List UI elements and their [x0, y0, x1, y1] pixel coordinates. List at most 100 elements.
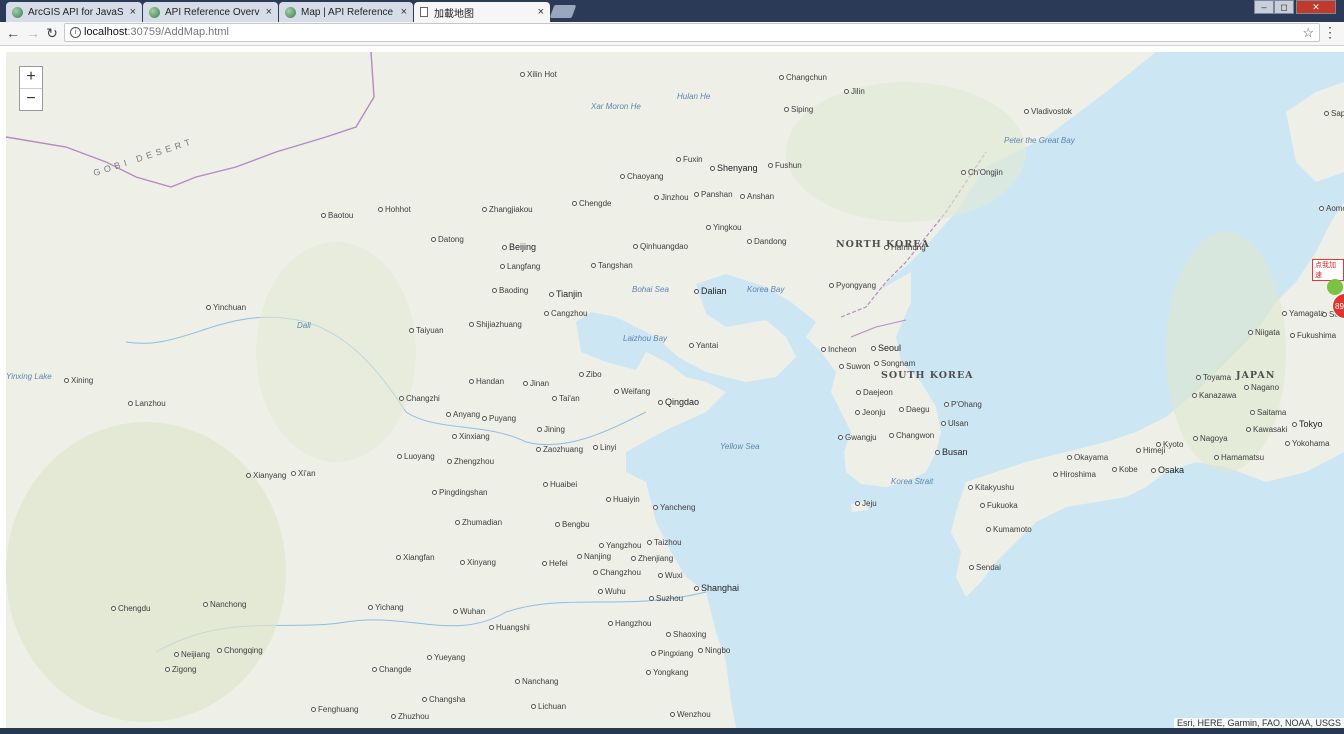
- city-label: Kitakyushu: [968, 483, 1014, 492]
- city-label: Hohhot: [378, 205, 411, 214]
- map-view[interactable]: + − GOBI DESERT NORTH KOREA SOUTH KOREA …: [6, 52, 1344, 728]
- address-bar[interactable]: i localhost:30759/AddMap.html ☆: [64, 23, 1320, 42]
- city-label: Yokohama: [1285, 439, 1330, 448]
- city-label: Kobe: [1112, 465, 1138, 474]
- city-label: Xinyang: [460, 558, 496, 567]
- city-label: Vladivostok: [1024, 107, 1072, 116]
- city-label: Songnam: [874, 359, 915, 368]
- tab-map-api-reference[interactable]: Map | API Reference | A ×: [279, 2, 413, 22]
- city-label: Chengdu: [111, 604, 150, 613]
- city-label: Nagano: [1244, 383, 1279, 392]
- city-label: Wenzhou: [670, 710, 711, 719]
- water-label: Yellow Sea: [720, 442, 760, 451]
- city-label: Qingdao: [658, 397, 699, 407]
- terrain-relief: [256, 242, 416, 462]
- bookmark-star-icon[interactable]: ☆: [1302, 24, 1314, 41]
- city-label: Yangzhou: [599, 541, 641, 550]
- tab-strip: ArcGIS API for JavaScri × API Reference …: [0, 0, 1344, 22]
- city-label: Shaoxing: [666, 630, 706, 639]
- city-label: Incheon: [821, 345, 856, 354]
- city-label: Jilin: [844, 87, 865, 96]
- tab-title: API Reference Overview: [165, 6, 260, 18]
- city-label: Tokyo: [1292, 419, 1323, 429]
- info-icon[interactable]: i: [70, 27, 81, 38]
- close-tab-icon[interactable]: ×: [538, 6, 544, 18]
- maximize-button[interactable]: ◻: [1274, 0, 1294, 14]
- city-label: Sendai: [969, 563, 1001, 572]
- city-label: Yinchuan: [206, 303, 246, 312]
- close-window-button[interactable]: ✕: [1296, 0, 1336, 14]
- tab-add-map[interactable]: 加載地图 ×: [414, 2, 550, 22]
- marker-callout[interactable]: 点我加速: [1312, 259, 1344, 281]
- city-label: Langfang: [500, 262, 540, 271]
- close-tab-icon[interactable]: ×: [266, 6, 272, 18]
- forward-arrow-icon[interactable]: →: [24, 24, 42, 42]
- city-label: Changwon: [889, 431, 934, 440]
- city-label: Taizhou: [647, 538, 682, 547]
- city-label: Baotou: [321, 211, 353, 220]
- city-label: Dandong: [747, 237, 786, 246]
- city-label: Nanchang: [515, 677, 558, 686]
- city-label: Jinzhou: [654, 193, 689, 202]
- city-label: Hiroshima: [1053, 470, 1096, 479]
- city-label: Zigong: [165, 665, 196, 674]
- tab-api-reference-overview[interactable]: API Reference Overview ×: [143, 2, 278, 22]
- browser-window: ArcGIS API for JavaScri × API Reference …: [0, 0, 1344, 734]
- reload-icon[interactable]: ↻: [43, 24, 61, 42]
- city-label: Pyongyang: [829, 281, 876, 290]
- city-label: Hangzhou: [608, 619, 651, 628]
- city-label: Handan: [469, 377, 504, 386]
- city-label: Lanzhou: [128, 399, 166, 408]
- city-label: Bengbu: [555, 520, 590, 529]
- city-label: Nagoya: [1193, 434, 1228, 443]
- city-label: Zhangjiakou: [482, 205, 533, 214]
- city-label: Xilin Hot: [520, 70, 557, 79]
- document-icon: [420, 7, 428, 17]
- city-label: Yingkou: [706, 223, 742, 232]
- minimize-button[interactable]: –: [1254, 0, 1274, 14]
- new-tab-button[interactable]: [549, 5, 577, 18]
- city-label: Fukuoka: [980, 501, 1018, 510]
- city-label: Qinhuangdao: [633, 242, 688, 251]
- zoom-out-button[interactable]: −: [20, 88, 42, 110]
- city-label: Fenghuang: [311, 705, 358, 714]
- city-label: Okayama: [1067, 453, 1108, 462]
- city-label: Changchun: [779, 73, 827, 82]
- city-label: Wuhan: [453, 607, 485, 616]
- mongolia-border: [6, 52, 375, 188]
- menu-icon[interactable]: ⋮: [1323, 24, 1337, 41]
- tab-title: ArcGIS API for JavaScri: [28, 6, 124, 18]
- zoom-in-button[interactable]: +: [20, 67, 42, 88]
- city-label: Datong: [431, 235, 464, 244]
- city-label: Yantai: [689, 341, 718, 350]
- city-label: Suzhou: [649, 594, 683, 603]
- url-text: localhost:30759/AddMap.html: [84, 26, 229, 38]
- water-label: Hulan He: [677, 92, 711, 101]
- city-label: Taiyuan: [409, 326, 444, 335]
- tab-title: 加載地图: [434, 8, 474, 20]
- city-label: Shenyang: [710, 163, 758, 173]
- terrain-relief: [786, 82, 1026, 222]
- close-tab-icon[interactable]: ×: [130, 6, 136, 18]
- region-south-korea: SOUTH KOREA: [881, 370, 974, 381]
- browser-toolbar: ← → ↻ i localhost:30759/AddMap.html ☆ ⋮: [0, 22, 1344, 46]
- city-label: Tianjin: [549, 289, 582, 299]
- city-label: Xianyang: [246, 471, 286, 480]
- city-label: Zhengzhou: [447, 457, 494, 466]
- city-label: Luoyang: [397, 452, 435, 461]
- city-label: Xinxiang: [452, 432, 490, 441]
- water-label: Peter the Great Bay: [1004, 136, 1075, 145]
- city-label: Panshan: [694, 190, 733, 199]
- close-tab-icon[interactable]: ×: [401, 6, 407, 18]
- city-label: Hamamatsu: [1214, 453, 1264, 462]
- city-label: Kumamoto: [986, 525, 1032, 534]
- city-label: Fushun: [768, 161, 802, 170]
- city-label: Changsha: [422, 695, 465, 704]
- city-label: Ningbo: [698, 646, 730, 655]
- city-label: Wuxi: [658, 571, 683, 580]
- city-label: Xi'an: [291, 469, 316, 478]
- tab-arcgis-api[interactable]: ArcGIS API for JavaScri ×: [6, 2, 142, 22]
- city-label: Huaiyin: [606, 495, 640, 504]
- back-arrow-icon[interactable]: ←: [4, 24, 22, 42]
- region-japan: JAPAN: [1236, 370, 1276, 381]
